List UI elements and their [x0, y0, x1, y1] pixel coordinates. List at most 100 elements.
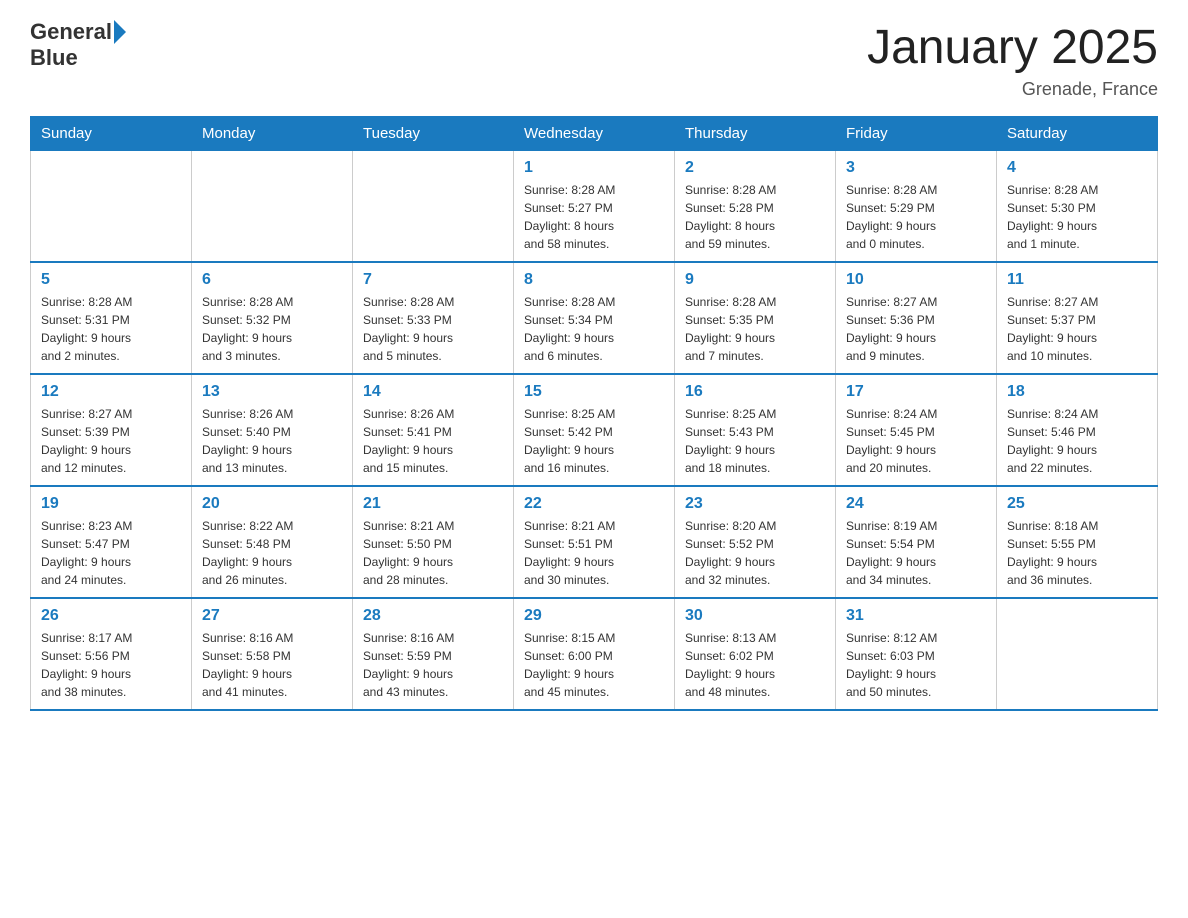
day-number: 4: [1007, 159, 1147, 177]
calendar-cell: 22 Sunrise: 8:21 AM Sunset: 5:51 PM Dayli…: [514, 486, 675, 598]
title-block: January 2025 Grenade, France: [867, 20, 1158, 100]
day-number: 24: [846, 495, 986, 513]
day-info: Sunrise: 8:27 AM Sunset: 5:37 PM Dayligh…: [1007, 293, 1147, 365]
page-header: General Blue January 2025 Grenade, Franc…: [30, 20, 1158, 100]
day-number: 14: [363, 383, 503, 401]
calendar-cell: 24 Sunrise: 8:19 AM Sunset: 5:54 PM Dayli…: [836, 486, 997, 598]
day-info: Sunrise: 8:19 AM Sunset: 5:54 PM Dayligh…: [846, 517, 986, 589]
day-info: Sunrise: 8:24 AM Sunset: 5:45 PM Dayligh…: [846, 405, 986, 477]
calendar-cell: 12 Sunrise: 8:27 AM Sunset: 5:39 PM Dayli…: [31, 374, 192, 486]
calendar-cell: 1 Sunrise: 8:28 AM Sunset: 5:27 PM Daylig…: [514, 151, 675, 263]
calendar-cell: [31, 151, 192, 263]
calendar-cell: 31Sunrise: 8:12 AM Sunset: 6:03 PM Dayli…: [836, 598, 997, 710]
calendar-cell: 13 Sunrise: 8:26 AM Sunset: 5:40 PM Dayli…: [192, 374, 353, 486]
day-number: 26: [41, 607, 181, 625]
day-info: Sunrise: 8:21 AM Sunset: 5:51 PM Dayligh…: [524, 517, 664, 589]
day-number: 28: [363, 607, 503, 625]
day-number: 11: [1007, 271, 1147, 289]
day-of-week-header: Wednesday: [514, 117, 675, 151]
day-number: 19: [41, 495, 181, 513]
day-info: Sunrise: 8:16 AM Sunset: 5:59 PM Dayligh…: [363, 629, 503, 701]
page-title: January 2025: [867, 20, 1158, 75]
subtitle: Grenade, France: [867, 79, 1158, 100]
calendar-week-row: 12 Sunrise: 8:27 AM Sunset: 5:39 PM Dayli…: [31, 374, 1158, 486]
day-number: 15: [524, 383, 664, 401]
day-number: 18: [1007, 383, 1147, 401]
calendar-cell: 27 Sunrise: 8:16 AM Sunset: 5:58 PM Dayli…: [192, 598, 353, 710]
logo-blue: Blue: [30, 46, 78, 70]
calendar-header-row: SundayMondayTuesdayWednesdayThursdayFrid…: [31, 117, 1158, 151]
day-number: 23: [685, 495, 825, 513]
day-number: 21: [363, 495, 503, 513]
day-number: 7: [363, 271, 503, 289]
logo: General Blue: [30, 20, 126, 70]
calendar-cell: 29Sunrise: 8:15 AM Sunset: 6:00 PM Dayli…: [514, 598, 675, 710]
day-number: 2: [685, 159, 825, 177]
calendar-cell: 30 Sunrise: 8:13 AM Sunset: 6:02 PM Dayli…: [675, 598, 836, 710]
day-number: 1: [524, 159, 664, 177]
calendar-cell: 18 Sunrise: 8:24 AM Sunset: 5:46 PM Dayli…: [997, 374, 1158, 486]
calendar-cell: [997, 598, 1158, 710]
day-info: Sunrise: 8:28 AM Sunset: 5:35 PM Dayligh…: [685, 293, 825, 365]
day-number: 9: [685, 271, 825, 289]
calendar-week-row: 5 Sunrise: 8:28 AM Sunset: 5:31 PM Daylig…: [31, 262, 1158, 374]
day-info: Sunrise: 8:28 AM Sunset: 5:31 PM Dayligh…: [41, 293, 181, 365]
day-number: 8: [524, 271, 664, 289]
day-info: Sunrise: 8:25 AM Sunset: 5:43 PM Dayligh…: [685, 405, 825, 477]
day-of-week-header: Monday: [192, 117, 353, 151]
day-info: Sunrise: 8:20 AM Sunset: 5:52 PM Dayligh…: [685, 517, 825, 589]
calendar-cell: 16 Sunrise: 8:25 AM Sunset: 5:43 PM Dayli…: [675, 374, 836, 486]
calendar-cell: 11 Sunrise: 8:27 AM Sunset: 5:37 PM Dayli…: [997, 262, 1158, 374]
day-number: 31: [846, 607, 986, 625]
calendar-cell: 25Sunrise: 8:18 AM Sunset: 5:55 PM Dayli…: [997, 486, 1158, 598]
day-info: Sunrise: 8:27 AM Sunset: 5:36 PM Dayligh…: [846, 293, 986, 365]
day-number: 5: [41, 271, 181, 289]
day-number: 22: [524, 495, 664, 513]
day-number: 30: [685, 607, 825, 625]
day-of-week-header: Saturday: [997, 117, 1158, 151]
day-info: Sunrise: 8:28 AM Sunset: 5:28 PM Dayligh…: [685, 181, 825, 253]
day-number: 27: [202, 607, 342, 625]
calendar-cell: 5 Sunrise: 8:28 AM Sunset: 5:31 PM Daylig…: [31, 262, 192, 374]
day-number: 6: [202, 271, 342, 289]
calendar-cell: 4 Sunrise: 8:28 AM Sunset: 5:30 PM Daylig…: [997, 151, 1158, 263]
calendar-cell: 19 Sunrise: 8:23 AM Sunset: 5:47 PM Dayli…: [31, 486, 192, 598]
day-info: Sunrise: 8:23 AM Sunset: 5:47 PM Dayligh…: [41, 517, 181, 589]
day-info: Sunrise: 8:17 AM Sunset: 5:56 PM Dayligh…: [41, 629, 181, 701]
calendar-cell: 8 Sunrise: 8:28 AM Sunset: 5:34 PM Daylig…: [514, 262, 675, 374]
day-info: Sunrise: 8:18 AM Sunset: 5:55 PM Dayligh…: [1007, 517, 1147, 589]
calendar-cell: 10 Sunrise: 8:27 AM Sunset: 5:36 PM Dayli…: [836, 262, 997, 374]
calendar-table: SundayMondayTuesdayWednesdayThursdayFrid…: [30, 116, 1158, 711]
day-info: Sunrise: 8:28 AM Sunset: 5:27 PM Dayligh…: [524, 181, 664, 253]
day-info: Sunrise: 8:27 AM Sunset: 5:39 PM Dayligh…: [41, 405, 181, 477]
calendar-week-row: 26 Sunrise: 8:17 AM Sunset: 5:56 PM Dayli…: [31, 598, 1158, 710]
calendar-cell: 6Sunrise: 8:28 AM Sunset: 5:32 PM Daylig…: [192, 262, 353, 374]
calendar-cell: [353, 151, 514, 263]
day-info: Sunrise: 8:24 AM Sunset: 5:46 PM Dayligh…: [1007, 405, 1147, 477]
day-info: Sunrise: 8:28 AM Sunset: 5:30 PM Dayligh…: [1007, 181, 1147, 253]
day-number: 17: [846, 383, 986, 401]
calendar-cell: [192, 151, 353, 263]
day-info: Sunrise: 8:28 AM Sunset: 5:33 PM Dayligh…: [363, 293, 503, 365]
day-info: Sunrise: 8:15 AM Sunset: 6:00 PM Dayligh…: [524, 629, 664, 701]
calendar-cell: 14Sunrise: 8:26 AM Sunset: 5:41 PM Dayli…: [353, 374, 514, 486]
calendar-cell: 15Sunrise: 8:25 AM Sunset: 5:42 PM Dayli…: [514, 374, 675, 486]
day-info: Sunrise: 8:26 AM Sunset: 5:40 PM Dayligh…: [202, 405, 342, 477]
day-number: 10: [846, 271, 986, 289]
day-of-week-header: Sunday: [31, 117, 192, 151]
day-of-week-header: Friday: [836, 117, 997, 151]
day-info: Sunrise: 8:16 AM Sunset: 5:58 PM Dayligh…: [202, 629, 342, 701]
day-number: 20: [202, 495, 342, 513]
calendar-cell: 2 Sunrise: 8:28 AM Sunset: 5:28 PM Daylig…: [675, 151, 836, 263]
day-number: 12: [41, 383, 181, 401]
calendar-cell: 23 Sunrise: 8:20 AM Sunset: 5:52 PM Dayli…: [675, 486, 836, 598]
day-info: Sunrise: 8:28 AM Sunset: 5:29 PM Dayligh…: [846, 181, 986, 253]
day-of-week-header: Thursday: [675, 117, 836, 151]
calendar-cell: 7 Sunrise: 8:28 AM Sunset: 5:33 PM Daylig…: [353, 262, 514, 374]
day-info: Sunrise: 8:28 AM Sunset: 5:34 PM Dayligh…: [524, 293, 664, 365]
day-number: 13: [202, 383, 342, 401]
calendar-week-row: 1 Sunrise: 8:28 AM Sunset: 5:27 PM Daylig…: [31, 151, 1158, 263]
day-number: 16: [685, 383, 825, 401]
day-info: Sunrise: 8:13 AM Sunset: 6:02 PM Dayligh…: [685, 629, 825, 701]
calendar-week-row: 19 Sunrise: 8:23 AM Sunset: 5:47 PM Dayli…: [31, 486, 1158, 598]
